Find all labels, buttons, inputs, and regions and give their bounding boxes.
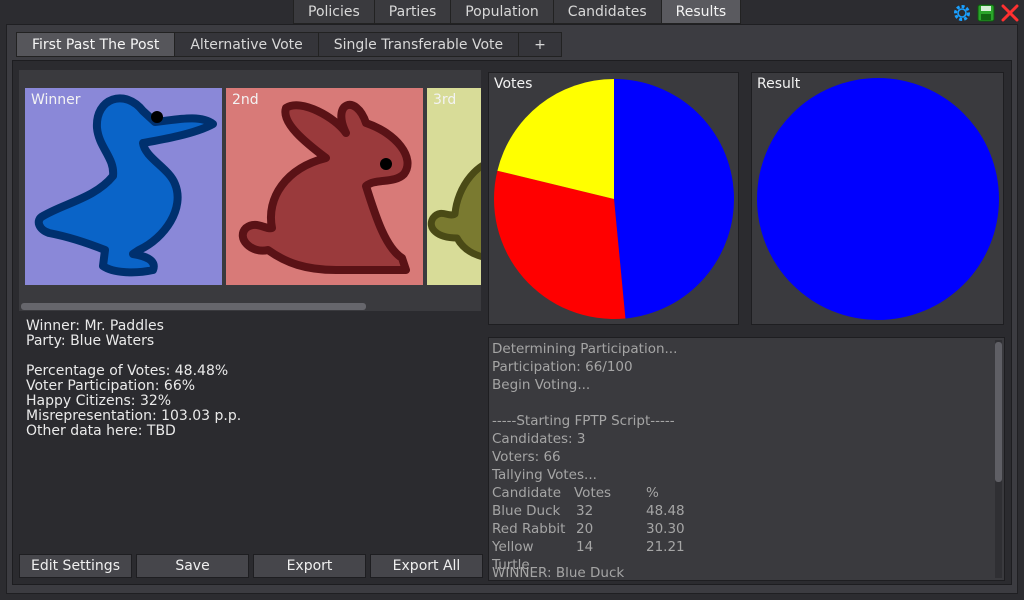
gear-icon[interactable] [952, 3, 972, 23]
votes-chart-panel: Votes [488, 72, 739, 325]
row-candidate: Blue Duck [492, 503, 561, 519]
winner-party: Party: Blue Waters [26, 333, 155, 349]
result-chart-title: Result [757, 76, 801, 92]
log-line: Determining Participation... [492, 341, 678, 357]
row-percent: 48.48 [646, 503, 685, 519]
tab-single-transferable-vote[interactable]: Single Transferable Vote [317, 32, 520, 57]
winner-name: Winner: Mr. Paddles [26, 318, 164, 334]
scrollbar-thumb[interactable] [21, 303, 366, 310]
log-line: Candidates: 3 [492, 431, 586, 447]
log-line: Voters: 66 [492, 449, 561, 465]
duck-icon [34, 94, 217, 277]
tab-policies[interactable]: Policies [293, 0, 375, 24]
vote-percentage: Percentage of Votes: 48.48% [26, 363, 229, 379]
result-summary: Winner: Mr. Paddles Party: Blue Waters P… [26, 319, 241, 439]
tab-candidates[interactable]: Candidates [552, 0, 662, 24]
log-line: -----Starting FPTP Script----- [492, 413, 675, 429]
export-all-button[interactable]: Export All [370, 554, 483, 578]
row-percent: 21.21 [646, 539, 685, 555]
voting-method-tabs: First Past The Post Alternative Vote Sin… [16, 32, 562, 57]
election-log[interactable]: Determining Participation... Participati… [488, 337, 1005, 581]
log-line: Begin Voting... [492, 377, 591, 393]
scrollbar-thumb[interactable] [995, 342, 1002, 482]
close-icon[interactable] [1000, 3, 1020, 23]
log-scrollbar[interactable] [995, 340, 1002, 578]
log-table-row: Red Rabbit 20 30.30 [492, 520, 706, 538]
header-percent: % [646, 485, 659, 501]
candidate-ranking-strip: Winner 2nd 3rd [19, 70, 481, 304]
votes-chart-title: Votes [494, 76, 533, 92]
rabbit-icon [238, 100, 412, 274]
card-label: 2nd [232, 92, 259, 108]
tab-alternative-vote[interactable]: Alternative Vote [174, 32, 319, 57]
candidate-strip-scrollbar[interactable] [19, 302, 481, 311]
log-content: Determining Participation... Participati… [492, 340, 706, 581]
third-card: 3rd [427, 88, 481, 285]
other-data: Other data here: TBD [26, 423, 176, 439]
pie-slice-blue [757, 78, 999, 320]
tab-parties[interactable]: Parties [373, 0, 452, 24]
voter-participation: Voter Participation: 66% [26, 378, 196, 394]
export-button[interactable]: Export [253, 554, 366, 578]
log-table-row: Yellow Turtle 14 21.21 [492, 538, 706, 573]
votes-pie-chart [493, 79, 735, 319]
log-line: Tallying Votes... [492, 467, 597, 483]
winner-card: Winner [25, 88, 222, 285]
happy-citizens: Happy Citizens: 32% [26, 393, 172, 409]
add-tab-button[interactable]: + [518, 32, 562, 57]
tab-fptp[interactable]: First Past The Post [16, 32, 176, 57]
save-button[interactable]: Save [136, 554, 249, 578]
log-line: WINNER: Blue Duck [492, 565, 625, 581]
second-card: 2nd [226, 88, 423, 285]
tab-population[interactable]: Population [450, 0, 554, 24]
row-percent: 30.30 [646, 521, 685, 537]
log-table-row: Blue Duck 32 48.48 [492, 502, 706, 520]
pie-slice-blue [614, 79, 735, 319]
log-line: Participation: 66/100 [492, 359, 633, 375]
card-label: 3rd [433, 92, 457, 108]
misrepresentation: Misrepresentation: 103.03 p.p. [26, 408, 242, 424]
row-votes: 32 [576, 503, 594, 519]
log-table-header: Candidate Votes % [492, 484, 706, 502]
tab-results[interactable]: Results [660, 0, 742, 24]
save-icon[interactable] [976, 3, 996, 23]
top-tab-bar: Policies Parties Population Candidates R… [293, 0, 742, 24]
row-votes: 14 [576, 539, 594, 555]
turtle-icon [427, 162, 481, 260]
row-candidate: Yellow Turtle [492, 539, 534, 573]
window-controls [952, 3, 1020, 23]
header-votes: Votes [574, 485, 612, 501]
header-candidate: Candidate [492, 485, 562, 501]
result-pie-chart [757, 78, 999, 320]
row-candidate: Red Rabbit [492, 521, 566, 537]
result-chart-panel: Result [751, 72, 1004, 325]
card-label: Winner [31, 92, 81, 108]
edit-settings-button[interactable]: Edit Settings [19, 554, 132, 578]
row-votes: 20 [576, 521, 594, 537]
